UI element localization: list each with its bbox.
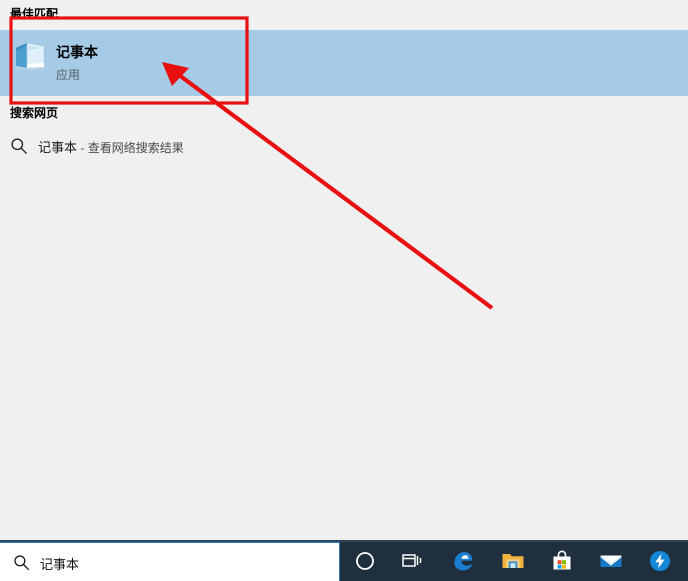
search-icon xyxy=(13,554,30,571)
web-search-query: 记事本 xyxy=(38,140,78,155)
best-match-title: 记事本 xyxy=(56,44,98,60)
search-web-section-header: 搜索网页 xyxy=(10,106,59,120)
search-results-panel: 最佳匹配 记事本 应用 搜索网页 记事本 - 查看网络搜索结果 xyxy=(0,0,688,540)
microsoft-store-icon[interactable] xyxy=(549,548,575,574)
web-search-description: 查看网络搜索结果 xyxy=(87,141,184,155)
search-icon xyxy=(10,137,28,155)
mail-icon[interactable] xyxy=(598,548,624,574)
web-search-separator: - xyxy=(77,141,88,155)
file-explorer-icon[interactable] xyxy=(500,548,526,574)
task-view-icon[interactable] xyxy=(399,548,425,574)
taskbar: 记事本 xyxy=(0,540,688,581)
taskbar-search-input[interactable]: 记事本 xyxy=(0,542,340,581)
web-search-result-item[interactable]: 记事本 - 查看网络搜索结果 xyxy=(0,130,688,162)
best-match-result-item[interactable]: 记事本 应用 xyxy=(0,30,688,96)
best-match-subtitle: 应用 xyxy=(56,68,81,82)
notepad-icon xyxy=(13,39,47,73)
bolt-icon[interactable] xyxy=(647,548,673,574)
taskbar-search-value: 记事本 xyxy=(40,557,80,572)
best-match-section-header: 最佳匹配 xyxy=(10,7,59,21)
web-search-result-text: 记事本 - 查看网络搜索结果 xyxy=(38,137,184,156)
edge-icon[interactable] xyxy=(450,548,476,574)
cortana-icon[interactable] xyxy=(352,548,378,574)
